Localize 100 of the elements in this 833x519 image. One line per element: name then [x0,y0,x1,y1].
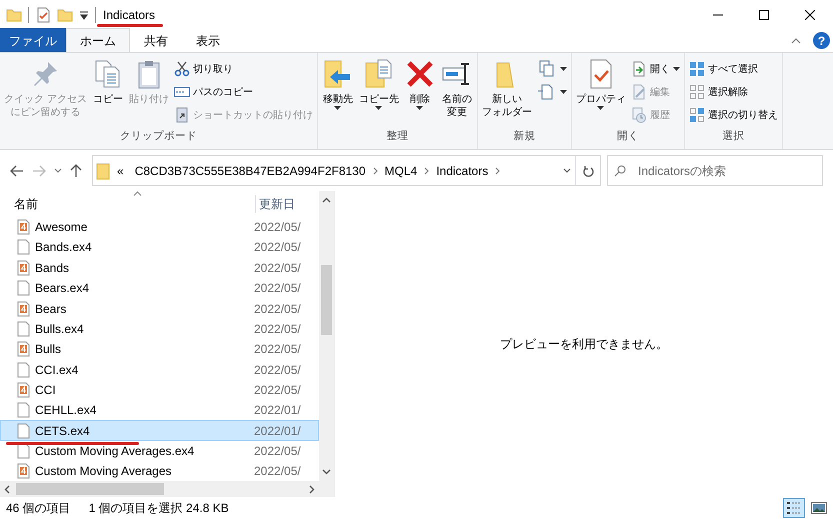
group-label: 整理 [385,128,410,144]
ribbon-button[interactable]: すべて選択 [686,59,780,79]
group-label: 新規 [512,128,536,144]
scrollbar-thumb[interactable] [321,265,332,336]
file-row[interactable]: Custom Moving Averages 2022/05/ [0,461,319,482]
grid-icon [688,84,705,100]
grid-icon [688,61,705,77]
scrollbar-thumb[interactable] [16,483,164,496]
ribbon-tab[interactable]: 表示 [182,28,234,52]
file-tab[interactable]: ファイル [0,28,66,52]
clock-icon [630,107,647,123]
file-row[interactable]: Bulls 2022/05/ [0,339,319,360]
scroll-left-icon [4,484,10,494]
file-row[interactable]: Bands 2022/05/ [0,258,319,278]
source-file-icon [17,341,30,358]
close-icon [805,10,815,20]
document-arrow-icon [630,61,647,77]
grid-icon [688,107,705,123]
search-icon [614,164,626,177]
file-icon [17,402,30,418]
preview-message: プレビューを利用できません。 [500,336,668,354]
file-row[interactable]: CEHLL.ex4 2022/01/ [0,400,319,420]
folder-icon [96,162,110,180]
collapse-icon[interactable] [791,38,801,44]
file-icon [17,362,30,378]
document-pencil-icon [630,84,647,100]
help-button[interactable]: ? [813,32,830,49]
up-arrow-icon [70,164,82,178]
ribbon-button[interactable]: 新しい フォルダー [480,56,534,129]
group-label: クリップボード [118,128,198,144]
caret-icon [560,90,567,94]
scissors-icon [174,61,190,77]
ribbon-button[interactable]: 選択の切り替え [686,105,780,125]
chevron-down-icon [54,168,62,174]
scroll-right-icon [309,484,315,494]
maximize-icon [759,10,769,20]
address-field[interactable]: « C8CD3B73C555E38B47EB2A994F2F8130 MQL4 Indicators [92,155,601,186]
details-view-icon [786,501,802,516]
breadcrumb[interactable]: MQL4 [380,162,422,180]
source-file-icon [17,463,30,480]
ribbon-button[interactable]: コピー [90,56,126,129]
view-button[interactable] [783,498,805,518]
refresh-icon [582,164,594,177]
overflow-chevrons[interactable]: « [113,162,128,180]
breadcrumb[interactable]: C8CD3B73C555E38B47EB2A994F2F8130 [130,162,370,180]
source-file-icon [17,382,30,398]
column-header[interactable]: 名前 [0,195,255,214]
file-row[interactable]: Custom Moving Averages.ex4 2022/05/ [0,440,319,462]
column-header[interactable]: 更新日 [255,195,295,214]
image-view-icon [811,501,827,516]
file-row[interactable]: Bears 2022/05/ [0,298,319,319]
file-icon [17,280,30,296]
file-icon [17,320,30,337]
caret-icon [597,106,604,110]
file-row[interactable]: Bands.ex4 2022/05/ [0,237,319,258]
sort-caret-icon [133,191,142,196]
caret-icon [416,106,424,110]
chevron-right-icon [495,166,500,175]
caret-icon [672,67,680,71]
caret-icon [375,106,382,110]
breadcrumb[interactable]: Indicators [432,162,492,180]
ribbon-button[interactable]: 名前の 変更 [438,56,475,129]
chevron-right-icon [424,166,430,175]
scroll-down-icon [322,469,331,476]
ribbon-button[interactable]: パスのコピー [172,82,315,102]
group-label: 選択 [721,128,746,144]
window-title: Indicators [103,8,156,22]
vertical-scrollbar[interactable] [319,191,334,482]
file-row[interactable]: Awesome 2022/05/ [0,216,319,238]
item-count: 46 個の項目 [6,500,71,518]
ribbon-button[interactable]: 移動先 [320,56,356,129]
file-row[interactable]: CCI 2022/05/ [0,380,319,400]
file-row[interactable]: CCI.ex4 2022/05/ [0,359,319,380]
ribbon-tab[interactable]: ホーム [66,28,130,52]
horizontal-scrollbar[interactable] [0,481,334,498]
source-file-icon [17,219,30,236]
file-icon [17,239,30,256]
shortcut-icon [174,107,190,123]
ribbon-button[interactable]: 切り取り [172,59,315,79]
caret-icon [334,106,342,110]
file-row[interactable]: Bulls.ex4 2022/05/ [0,318,319,340]
ribbon-button[interactable]: 選択解除 [686,82,780,102]
selection-info: 1 個の項目を選択 24.8 KB [88,500,229,518]
ribbon-button[interactable]: プロパティ [574,56,628,129]
forward-arrow-icon [32,164,46,177]
source-file-icon [17,260,30,276]
checkmark-document-icon[interactable] [35,7,51,23]
back-arrow-icon [10,164,24,177]
ribbon-button[interactable]: コピー先 [356,56,401,129]
ribbon-tab[interactable]: 共有 [130,28,182,52]
chevron-down-icon [563,168,571,174]
caret-icon[interactable] [79,10,89,20]
file-row[interactable]: Bears.ex4 2022/05/ [0,278,319,298]
search-field[interactable]: Indicatorsの検索 [607,155,823,186]
scroll-up-icon [322,197,331,204]
file-icon [17,422,30,439]
group-label: 開く [616,128,640,144]
caret-icon [560,67,567,71]
ribbon-button[interactable]: 削除 [402,56,438,129]
ribbon-button[interactable]: 開く [628,59,682,79]
